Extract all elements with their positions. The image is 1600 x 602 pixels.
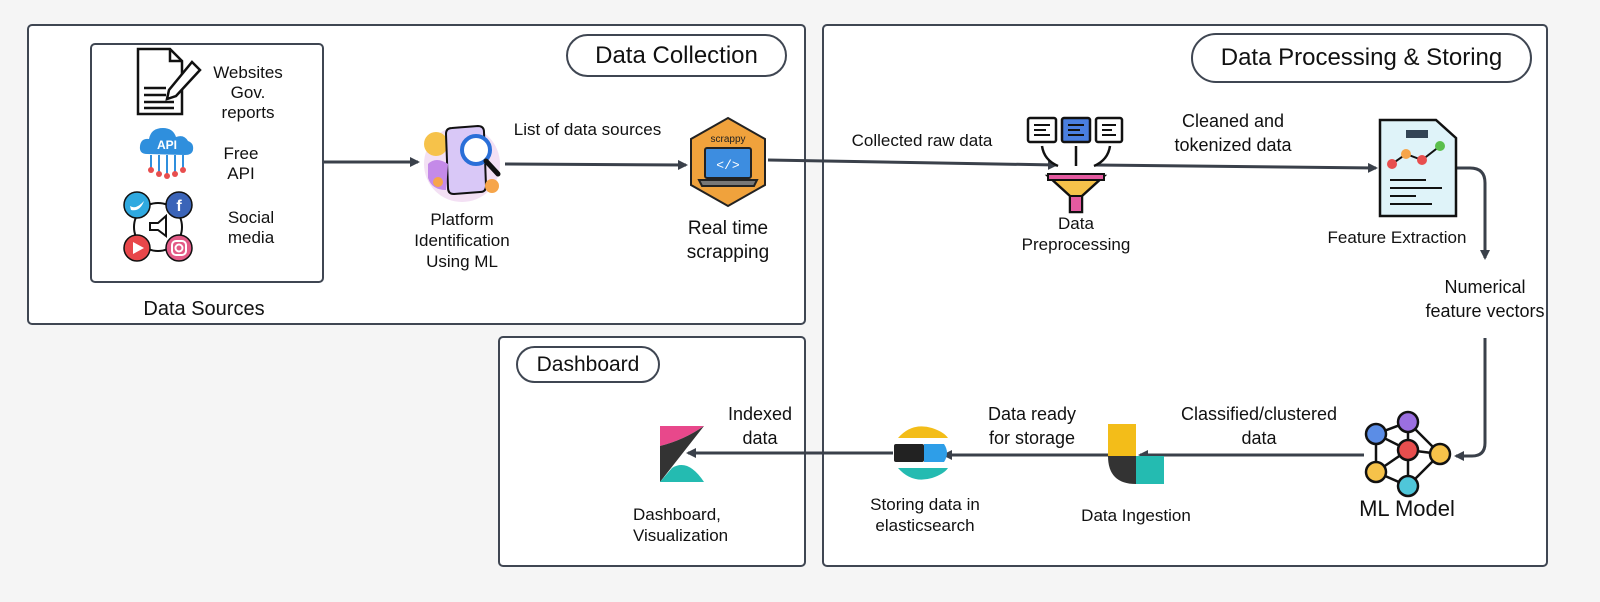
edge-collected-raw-data: Collected raw data [851, 131, 993, 150]
svg-text:f: f [176, 198, 182, 215]
source-api-label: Free API [223, 144, 259, 183]
real-time-scrapping-label: Real time scrapping [686, 218, 770, 263]
edge-indexed-data: Indexed data [727, 404, 793, 448]
arrow-platform-to-scrapping [504, 159, 688, 170]
api-cloud-icon: API [139, 128, 194, 179]
source-social-label: Social media [227, 208, 275, 247]
arrow-scrapping-to-preprocessing [767, 158, 1058, 170]
data-sources-caption: Data Sources [143, 298, 265, 320]
edge-cleaned-tokenized: Cleaned and tokenized data [1174, 111, 1292, 155]
edge-ready-for-storage: Data ready for storage [987, 404, 1077, 448]
edge-list-of-sources: List of data sources [513, 120, 662, 139]
report-chart-icon [1378, 118, 1458, 218]
document-pen-icon [136, 47, 202, 116]
social-media-icon: f [123, 191, 193, 262]
svg-text:</>: </> [716, 158, 740, 173]
edge-numerical-vectors: Numerical feature vectors [1425, 277, 1545, 321]
feature-extraction-label: Feature Extraction [1327, 228, 1467, 247]
phone-search-icon [424, 124, 501, 202]
ml-model-label: ML Model [1359, 496, 1455, 521]
arrow-preprocessing-to-feature [1095, 162, 1378, 173]
elasticsearch-logo-icon [894, 426, 948, 480]
platform-identification-label: Platform Identification Using ML [414, 210, 510, 271]
scrappy-laptop-icon: scrappy </> [690, 116, 766, 208]
data-ingestion-label: Data Ingestion [1081, 506, 1191, 525]
edge-classified-clustered: Classified/clustered data [1180, 404, 1338, 448]
funnel-icon [1026, 116, 1124, 214]
ingestion-logo-icon [1108, 424, 1164, 484]
source-websites-label: Websites Gov. reports [213, 63, 283, 122]
arrow-vectors-to-model [1454, 338, 1487, 461]
data-preprocessing-label: Data Preprocessing [1021, 214, 1131, 254]
svg-text:API: API [157, 138, 177, 152]
neural-network-icon [1364, 410, 1452, 498]
elasticsearch-label: Storing data in elasticsearch [870, 495, 980, 535]
svg-text:scrappy: scrappy [710, 134, 745, 145]
kibana-logo-icon [660, 426, 704, 482]
dashboard-visualization-label: Dashboard, Visualization [633, 505, 729, 545]
